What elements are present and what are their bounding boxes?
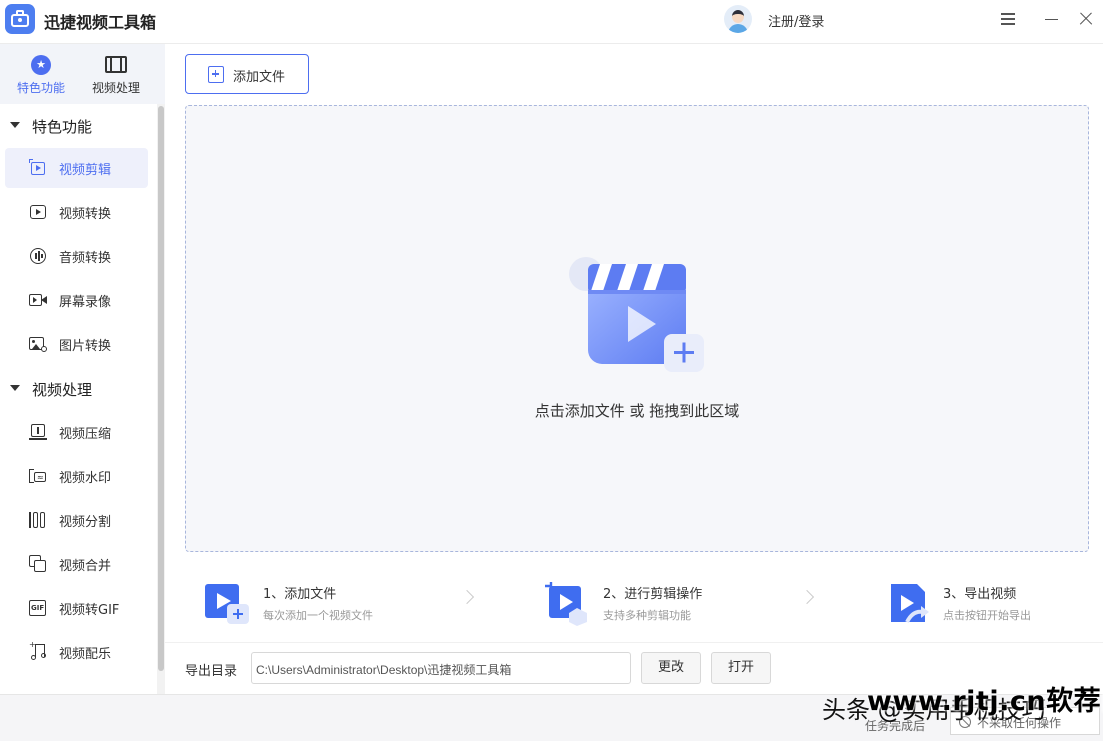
sidebar: ★ 特色功能 视频处理 特色功能 视频剪辑 视频转换 音频转换 屏幕录像 图片转… [0, 44, 165, 694]
close-icon[interactable] [1074, 8, 1098, 30]
sidebar-item-label: 视频剪辑 [59, 163, 112, 178]
step-subtitle: 点击按钮开始导出 [943, 609, 1031, 622]
step-title: 2、进行剪辑操作 [603, 587, 703, 602]
sidebar-item-label: 图片转换 [59, 339, 112, 354]
step-subtitle: 每次添加一个视频文件 [263, 609, 373, 622]
gif-icon: GIF [29, 599, 47, 617]
title-bar: 迅捷视频工具箱 注册/登录 [0, 0, 1103, 44]
step-title: 1、添加文件 [263, 587, 337, 602]
login-link[interactable]: 注册/登录 [768, 11, 824, 30]
sidebar-item-label: 视频水印 [59, 471, 112, 486]
sidebar-item-image-convert[interactable]: 图片转换 [5, 324, 148, 364]
drop-zone-hint: 点击添加文件 或 拖拽到此区域 [534, 402, 740, 420]
screen-record-icon [29, 291, 47, 309]
group-label: 视频处理 [32, 381, 93, 399]
video-clapper-add-icon [569, 257, 704, 372]
add-file-label: 添加文件 [233, 70, 286, 85]
group-label: 特色功能 [32, 118, 93, 136]
tab-video-processing[interactable]: 视频处理 [79, 52, 153, 98]
step-export: 3、导出视频 点击按钮开始导出 [883, 578, 1103, 628]
menu-icon[interactable] [996, 8, 1020, 30]
sidebar-item-video-convert[interactable]: 视频转换 [5, 192, 148, 232]
video-split-icon [29, 511, 47, 529]
sidebar-item-video-watermark[interactable]: ≈ 视频水印 [5, 456, 148, 496]
video-merge-icon [29, 555, 47, 573]
export-dir-label: 导出目录 [185, 664, 238, 679]
change-dir-button[interactable]: 更改 [641, 652, 701, 684]
sidebar-top-tabs: ★ 特色功能 视频处理 [0, 44, 165, 104]
step-export-video-icon [891, 584, 929, 623]
app-logo-icon [5, 4, 35, 34]
sidebar-item-video-compress[interactable]: 视频压缩 [5, 412, 148, 452]
film-icon [105, 56, 127, 73]
step-edit: 2、进行剪辑操作 支持多种剪辑功能 [543, 578, 813, 628]
tab-features[interactable]: ★ 特色功能 [4, 52, 78, 98]
caret-down-icon [10, 385, 20, 391]
step-crop-video-icon [545, 582, 587, 626]
minimize-icon[interactable] [1040, 8, 1064, 30]
video-convert-icon [29, 203, 47, 221]
app-title: 迅捷视频工具箱 [44, 13, 157, 32]
sidebar-item-video-merge[interactable]: 视频合并 [5, 544, 148, 584]
export-path-field[interactable]: C:\Users\Administrator\Desktop\迅捷视频工具箱 [251, 652, 631, 684]
step-title: 3、导出视频 [943, 587, 1017, 602]
music-note-icon: + [29, 641, 47, 661]
sidebar-item-label: 视频配乐 [59, 647, 112, 662]
caret-down-icon [10, 122, 20, 128]
audio-convert-icon [29, 247, 47, 265]
sidebar-item-audio-convert[interactable]: 音频转换 [5, 236, 148, 276]
tab-video-processing-label: 视频处理 [91, 81, 140, 95]
sidebar-item-screen-record[interactable]: 屏幕录像 [5, 280, 148, 320]
sidebar-item-label: 视频转换 [59, 207, 112, 222]
sidebar-item-video-music[interactable]: + 视频配乐 [5, 632, 148, 672]
watermark-site: www.rjtj.cn软荐网 [867, 686, 1103, 717]
sidebar-item-label: 视频合并 [59, 559, 112, 574]
add-file-button[interactable]: 添加文件 [185, 54, 309, 94]
user-avatar[interactable] [724, 5, 752, 33]
sidebar-item-video-to-gif[interactable]: GIF 视频转GIF [5, 588, 148, 628]
sidebar-item-video-edit[interactable]: 视频剪辑 [5, 148, 148, 188]
sidebar-item-label: 屏幕录像 [59, 295, 112, 310]
step-add-video-icon [205, 584, 249, 624]
step-subtitle: 支持多种剪辑功能 [603, 609, 691, 622]
video-compress-icon [29, 423, 47, 441]
step-add-file: 1、添加文件 每次添加一个视频文件 [203, 578, 473, 628]
add-file-icon [208, 66, 224, 83]
sidebar-item-label: 视频压缩 [59, 427, 112, 442]
star-icon: ★ [31, 55, 51, 75]
sidebar-item-video-split[interactable]: 视频分割 [5, 500, 148, 540]
tab-features-label: 特色功能 [16, 81, 65, 95]
file-drop-zone[interactable]: 点击添加文件 或 拖拽到此区域 [185, 105, 1089, 552]
video-edit-icon [29, 159, 47, 177]
image-convert-icon [29, 335, 47, 353]
group-header-features[interactable]: 特色功能 [0, 112, 158, 142]
sidebar-item-label: 视频转GIF [59, 603, 120, 618]
sidebar-scrollbar-thumb[interactable] [158, 106, 164, 671]
group-header-video-processing[interactable]: 视频处理 [0, 375, 158, 405]
sidebar-item-label: 视频分割 [59, 515, 112, 530]
sidebar-item-label: 音频转换 [59, 251, 112, 266]
video-watermark-icon: ≈ [29, 467, 47, 485]
open-dir-button[interactable]: 打开 [711, 652, 771, 684]
